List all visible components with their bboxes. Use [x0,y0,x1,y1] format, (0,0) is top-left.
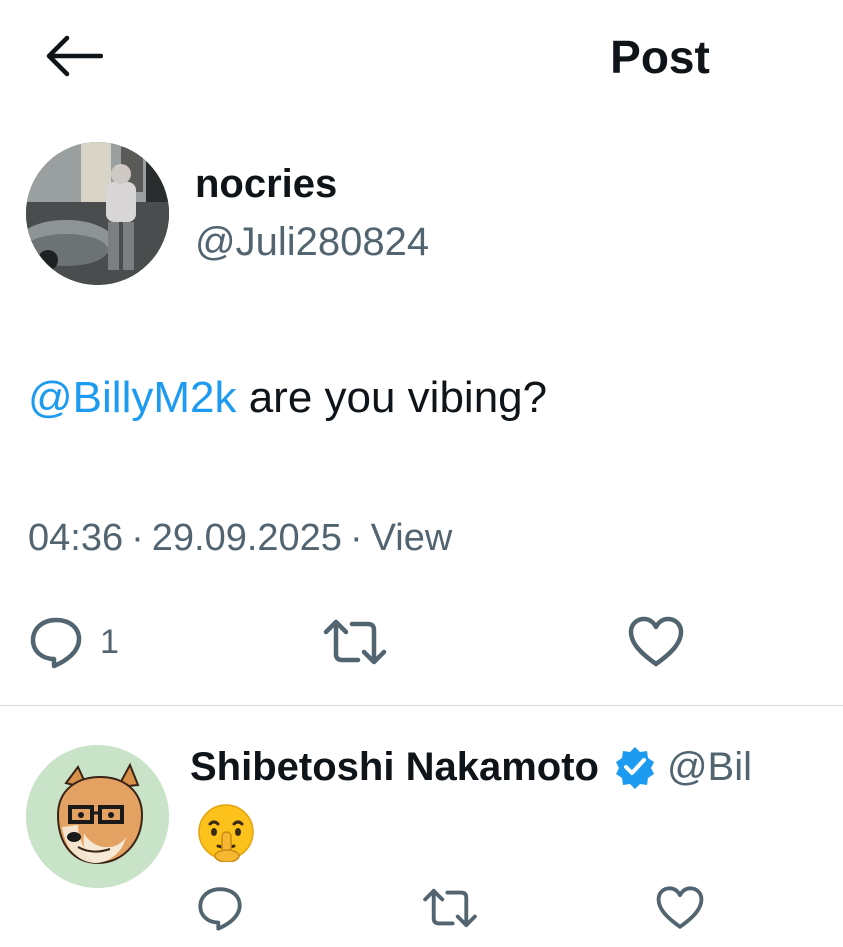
arrow-left-icon [43,34,103,78]
reply-author-name[interactable]: Shibetoshi Nakamoto [190,740,599,794]
heart-icon [626,614,686,670]
author-handle[interactable]: @Juli280824 [195,218,429,266]
comment-icon [196,884,244,932]
author-avatar[interactable] [26,142,169,285]
reply-count: 1 [100,622,119,661]
post-page: Post nocries @Juli280824 @BillyM2k are y… [0,0,843,947]
meta-separator: · [131,517,144,559]
reply-button[interactable]: 1 [28,614,119,670]
repost-icon [320,614,390,670]
avatar-photo [26,142,169,285]
like-button[interactable] [626,614,686,670]
doge-avatar-image [26,745,169,888]
mention-link[interactable]: @BillyM2k [28,373,236,422]
view-link[interactable]: View [371,517,453,559]
meta-separator: · [349,517,363,559]
page-title: Post [610,31,710,83]
repost-button[interactable] [320,614,390,670]
divider [0,705,843,706]
post-body-text: are you vibing? [236,373,548,422]
post-text: @BillyM2k are you vibing? [28,370,547,426]
reply-repost-button[interactable] [420,884,480,932]
post-meta: 04:36 · 29.09.2025 · View [28,514,452,562]
back-button[interactable] [40,30,106,82]
reply-header: Shibetoshi Nakamoto @Bil [190,740,752,794]
repost-icon [420,884,480,932]
shushing-face-emoji-icon [196,802,256,862]
reply-avatar[interactable] [26,745,169,888]
comment-icon [28,614,84,670]
reply-like-button[interactable] [654,884,706,932]
reply-reply-button[interactable] [196,884,244,932]
verified-badge-icon [613,745,657,789]
reply-author-handle[interactable]: @Bil [667,740,752,794]
author-name[interactable]: nocries [195,160,337,208]
post-date: 29.09.2025 [151,517,342,559]
post-time: 04:36 [28,517,124,559]
heart-icon [654,884,706,932]
